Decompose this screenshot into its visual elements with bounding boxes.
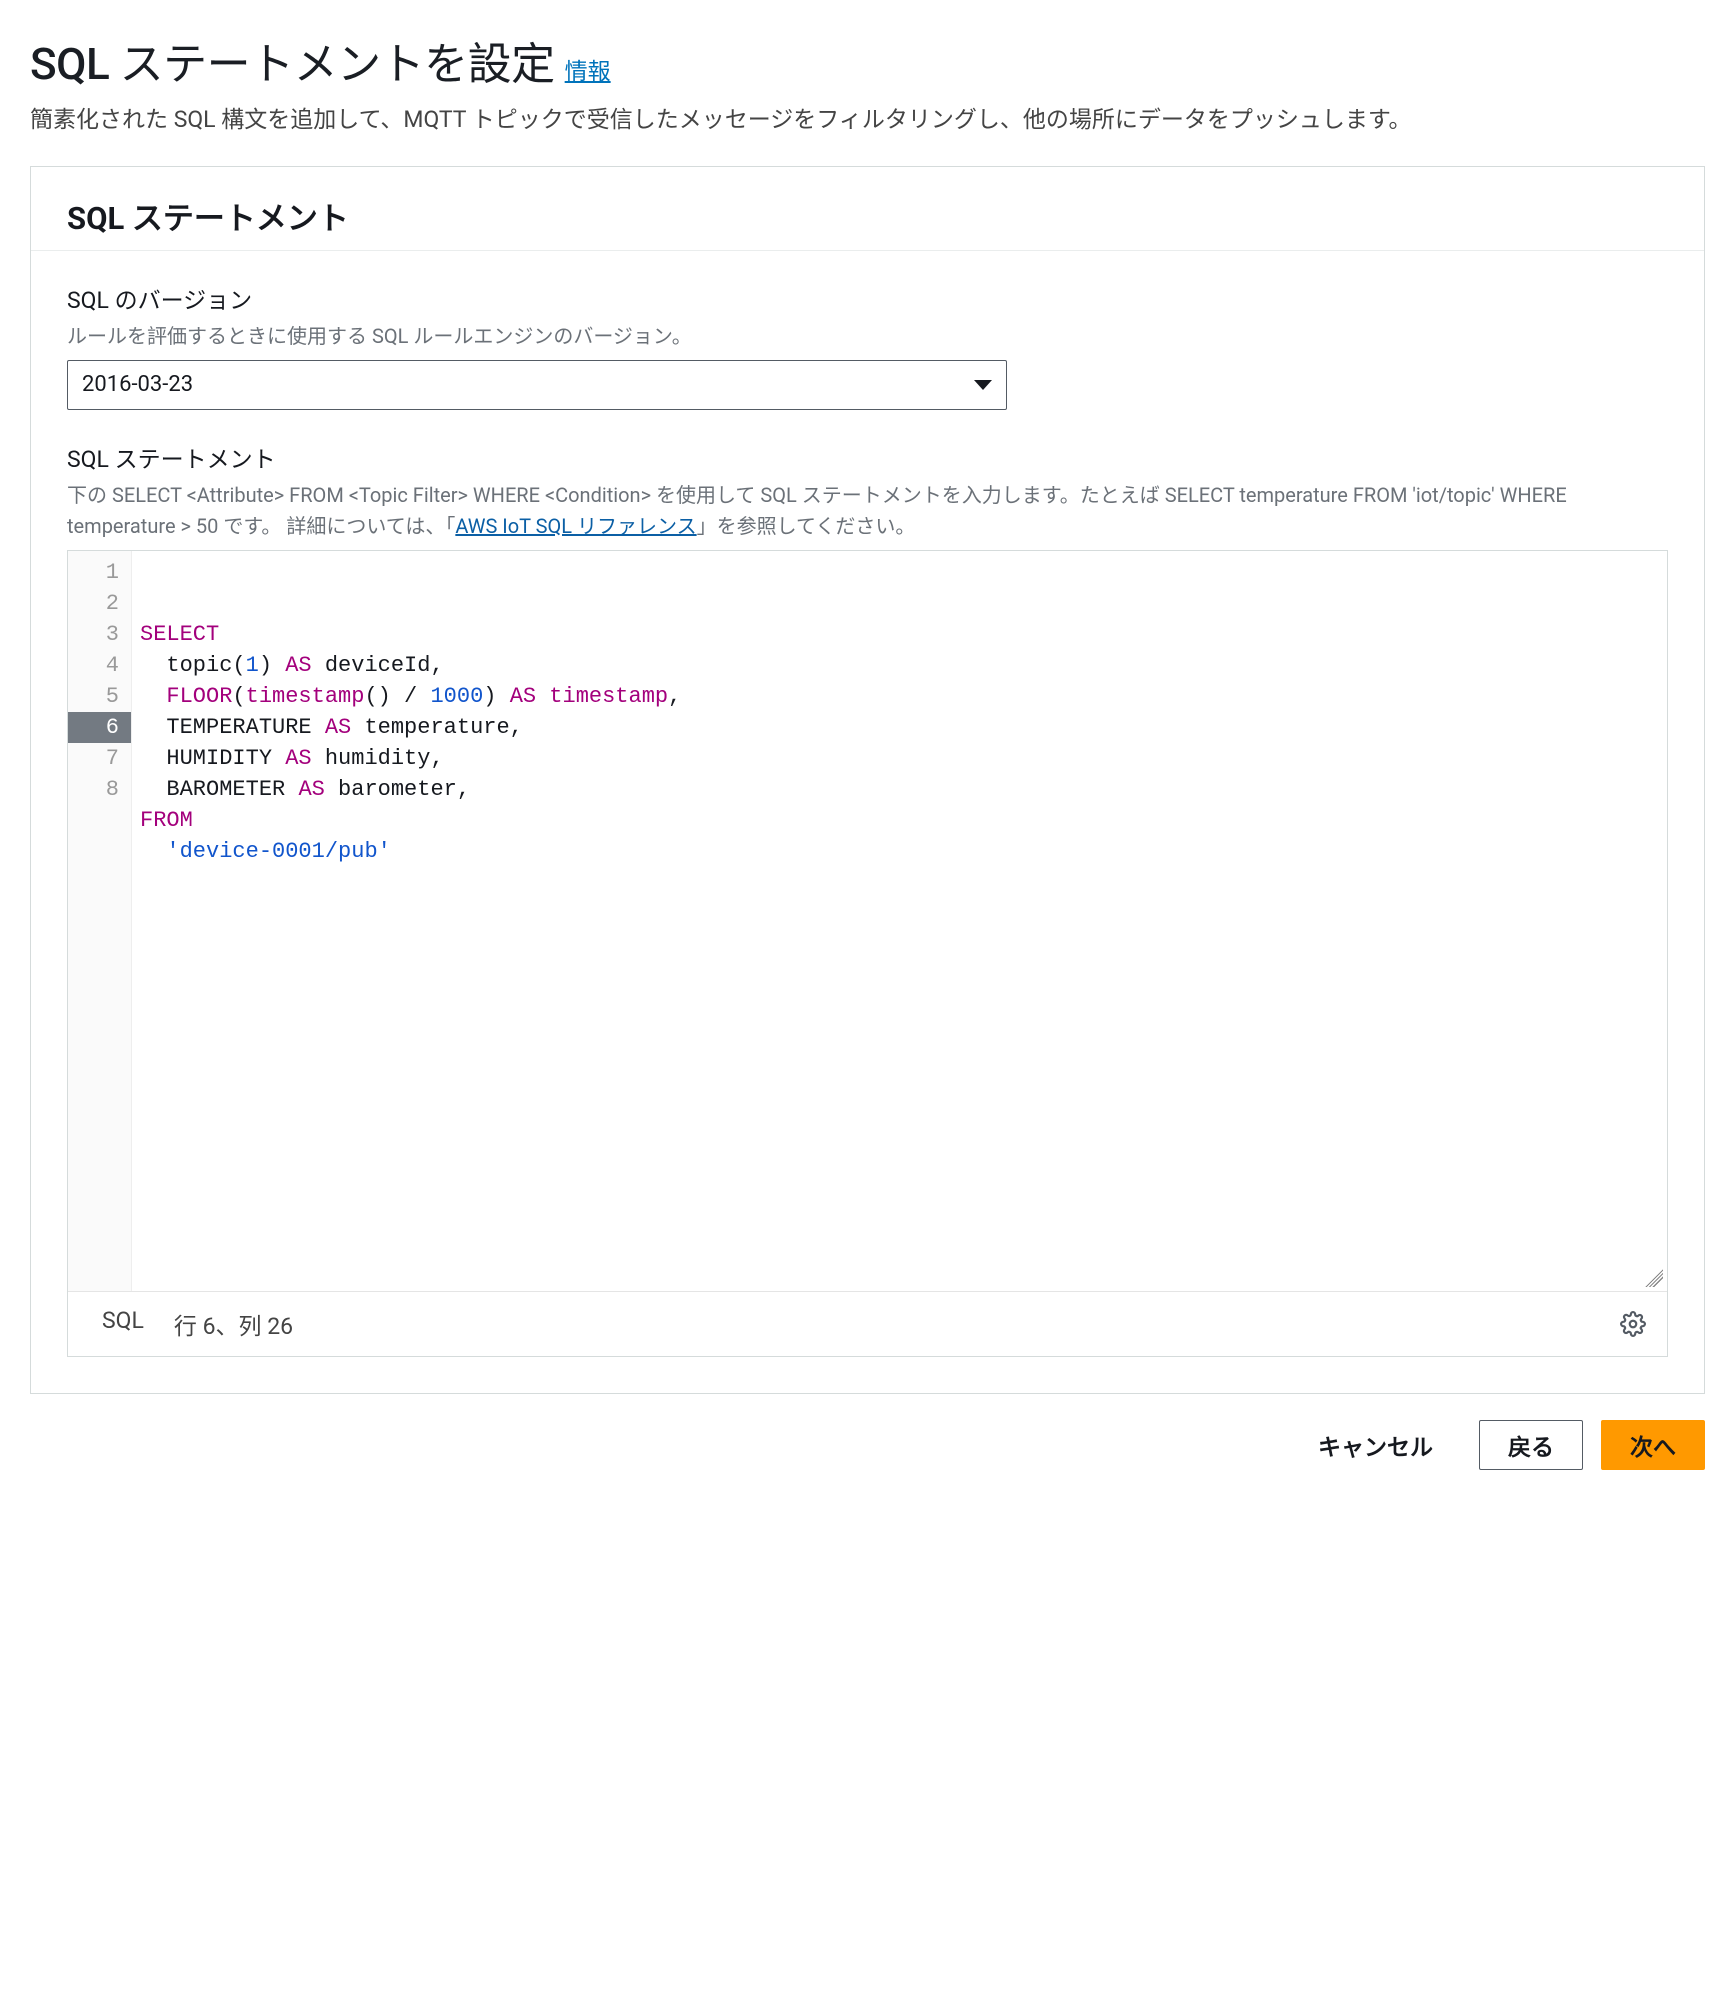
line-number: 8: [68, 774, 131, 805]
page-subtitle: 簡素化された SQL 構文を追加して、MQTT トピックで受信したメッセージをフ…: [30, 102, 1705, 138]
code-line[interactable]: 'device-0001/pub': [140, 836, 1655, 867]
sql-editor: 12345678 SELECT topic(1) AS deviceId, FL…: [67, 550, 1668, 1357]
line-number: 7: [68, 743, 131, 774]
sql-version-value: 2016-03-23: [82, 372, 193, 397]
line-number: 5: [68, 681, 131, 712]
sql-version-select[interactable]: 2016-03-23: [67, 360, 1007, 410]
line-number: 3: [68, 619, 131, 650]
sql-hint-suffix: 」を参照してください。: [697, 514, 916, 538]
code-line[interactable]: FROM: [140, 805, 1655, 836]
sql-statement-label: SQL ステートメント: [67, 440, 1668, 474]
page-header: SQL ステートメントを設定 情報 簡素化された SQL 構文を追加して、MQT…: [30, 28, 1705, 138]
code-line[interactable]: SELECT: [140, 619, 1655, 650]
line-number: 6: [68, 712, 131, 743]
editor-status-bar: SQL 行 6、列 26: [68, 1291, 1667, 1356]
code-line[interactable]: TEMPERATURE AS temperature,: [140, 712, 1655, 743]
line-number: 1: [68, 557, 131, 588]
editor-settings-button[interactable]: [1613, 1304, 1653, 1344]
action-row: キャンセル 戻る 次へ: [30, 1420, 1705, 1470]
code-line[interactable]: HUMIDITY AS humidity,: [140, 743, 1655, 774]
gear-icon: [1620, 1311, 1646, 1337]
resize-handle-icon[interactable]: [1645, 1269, 1663, 1287]
line-number: 2: [68, 588, 131, 619]
sql-statement-hint: 下の SELECT <Attribute> FROM <Topic Filter…: [67, 480, 1668, 542]
sql-statement-field: SQL ステートメント 下の SELECT <Attribute> FROM <…: [67, 440, 1668, 1357]
editor-code[interactable]: SELECT topic(1) AS deviceId, FLOOR(times…: [132, 551, 1667, 1291]
line-number: 4: [68, 650, 131, 681]
card-title: SQL ステートメント: [67, 193, 1668, 238]
cancel-button[interactable]: キャンセル: [1290, 1420, 1461, 1470]
editor-gutter: 12345678: [68, 551, 132, 1291]
sql-reference-link[interactable]: AWS IoT SQL リファレンス: [455, 514, 696, 538]
chevron-down-icon: [974, 380, 992, 390]
editor-lang: SQL: [102, 1307, 144, 1341]
card-header: SQL ステートメント: [31, 167, 1704, 251]
page-title: SQL ステートメントを設定: [30, 28, 555, 92]
next-button[interactable]: 次へ: [1601, 1420, 1705, 1470]
sql-version-label: SQL のバージョン: [67, 281, 1668, 315]
code-line[interactable]: FLOOR(timestamp() / 1000) AS timestamp,: [140, 681, 1655, 712]
code-line[interactable]: topic(1) AS deviceId,: [140, 650, 1655, 681]
info-link[interactable]: 情報: [565, 52, 611, 86]
sql-card: SQL ステートメント SQL のバージョン ルールを評価するときに使用する S…: [30, 166, 1705, 1394]
code-line[interactable]: BAROMETER AS barometer,: [140, 774, 1655, 805]
sql-version-hint: ルールを評価するときに使用する SQL ルールエンジンのバージョン。: [67, 321, 1668, 352]
back-button[interactable]: 戻る: [1479, 1420, 1583, 1470]
editor-cursor-position: 行 6、列 26: [174, 1307, 293, 1341]
sql-version-field: SQL のバージョン ルールを評価するときに使用する SQL ルールエンジンのバ…: [67, 281, 1668, 410]
